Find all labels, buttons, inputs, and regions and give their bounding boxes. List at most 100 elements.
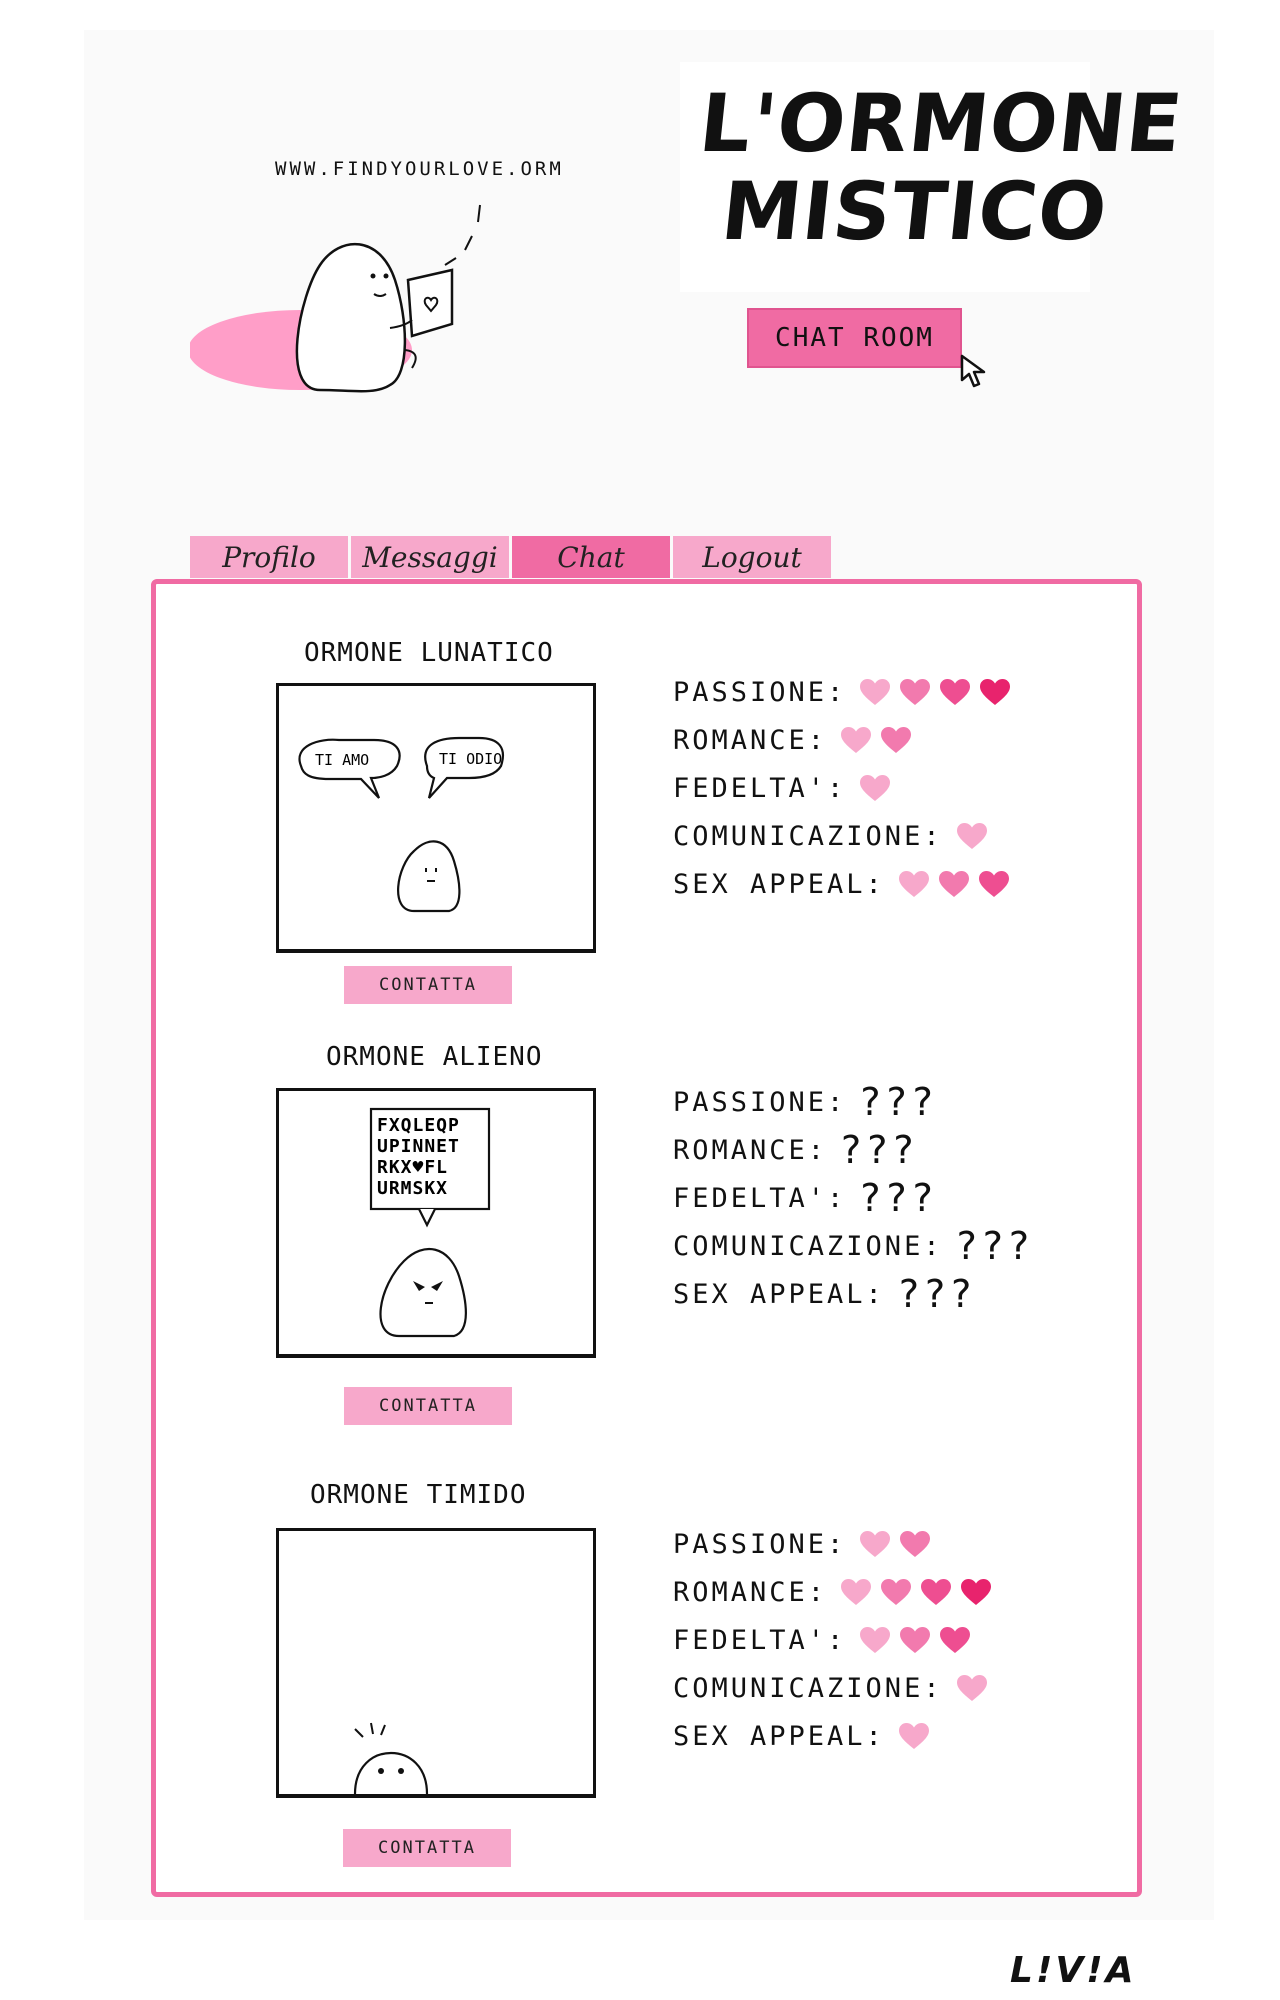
heart-icon	[978, 870, 1009, 897]
heart-icon	[900, 678, 931, 705]
stat-label: ROMANCE:	[673, 1576, 828, 1608]
heart-icon	[860, 1530, 891, 1557]
stat-row: PASSIONE:	[673, 668, 1011, 716]
heart-icon	[881, 1578, 912, 1605]
heart-icon	[940, 1626, 971, 1653]
artist-signature: L!V!A	[1010, 1950, 1137, 1991]
unknown-value: ???	[898, 1272, 978, 1316]
profile-picture[interactable]	[276, 1528, 596, 1798]
stat-row: FEDELTA':	[673, 764, 1010, 812]
stat-label: PASSIONE:	[673, 1086, 847, 1118]
mascot-illustration	[190, 204, 481, 393]
tab-messaggi[interactable]: Messaggi	[351, 536, 509, 578]
stat-row: PASSIONE:	[673, 1520, 991, 1568]
heart-icon	[860, 1626, 891, 1653]
alien-text-row: RKX♥FL	[377, 1157, 448, 1178]
stats-card-alieno: PASSIONE:??? ROMANCE:??? FEDELTA':??? CO…	[673, 1078, 1035, 1318]
contatta-button[interactable]: CONTATTA	[344, 1387, 512, 1425]
alien-text-row: UPINNET	[377, 1136, 460, 1157]
heart-icon	[898, 870, 929, 897]
heart-icon	[841, 726, 872, 753]
stat-row: ROMANCE:???	[673, 1126, 1035, 1174]
lunatico-illustration: TI AMO TI ODIO	[298, 736, 505, 913]
stat-label: FEDELTA':	[673, 1624, 847, 1656]
logo-title-line1: L'ORMONE	[695, 77, 1188, 170]
heart-rating	[841, 1578, 992, 1606]
heart-icon	[900, 1530, 931, 1557]
heart-rating	[898, 870, 1009, 898]
chat-room-button[interactable]: CHAT ROOM	[747, 308, 962, 368]
heart-rating	[956, 822, 987, 850]
heart-icon	[921, 1578, 952, 1605]
bubble-ti-odio: TI ODIO	[439, 750, 502, 768]
tab-chat[interactable]: Chat	[512, 536, 670, 578]
heart-rating	[898, 1722, 929, 1750]
heart-icon	[881, 726, 912, 753]
stat-row: COMUNICAZIONE:???	[673, 1222, 1035, 1270]
heart-icon	[860, 774, 891, 801]
heart-rating	[860, 1530, 931, 1558]
heart-icon	[860, 678, 891, 705]
alien-text-row: FXQLEQP	[377, 1115, 460, 1136]
stat-row: SEX APPEAL:	[673, 860, 1010, 908]
heart-icon	[961, 1578, 992, 1605]
heart-icon	[900, 1626, 931, 1653]
site-url: WWW.FINDYOURLOVE.ORM	[275, 158, 564, 180]
contatta-button[interactable]: CONTATTA	[343, 1829, 511, 1867]
stat-label: SEX APPEAL:	[673, 868, 885, 900]
stat-label: COMUNICAZIONE:	[673, 1672, 943, 1704]
unknown-value: ???	[841, 1128, 920, 1172]
unknown-value: ???	[860, 1176, 939, 1220]
heart-icon	[898, 1722, 929, 1749]
heart-rating	[860, 774, 891, 802]
stat-label: COMUNICAZIONE:	[673, 820, 943, 852]
heart-icon	[938, 870, 969, 897]
heart-rating	[860, 678, 1011, 706]
profile-title: ORMONE ALIENO	[326, 1042, 543, 1072]
stat-label: ROMANCE:	[673, 724, 828, 756]
stat-label: FEDELTA':	[673, 1182, 847, 1214]
heart-icon	[956, 1674, 987, 1701]
cursor-icon	[960, 354, 986, 388]
unknown-value: ???	[956, 1224, 1036, 1268]
stat-row: PASSIONE:???	[673, 1078, 1035, 1126]
logo-title-line2: MISTICO	[717, 165, 1112, 258]
heart-icon	[841, 1578, 872, 1605]
heart-icon	[956, 822, 987, 849]
alien-text-row: URMSKX	[377, 1178, 448, 1199]
timido-illustration	[353, 1722, 429, 1795]
bubble-ti-amo: TI AMO	[315, 751, 369, 769]
stat-row: FEDELTA':	[673, 1616, 991, 1664]
stats-card-lunatico: PASSIONE: ROMANCE: FEDELTA': COMUNICAZIO…	[673, 668, 1011, 908]
profile-title: ORMONE LUNATICO	[304, 638, 554, 668]
stat-label: FEDELTA':	[673, 772, 847, 804]
heart-icon	[940, 678, 971, 705]
heart-rating	[841, 726, 912, 754]
heart-icon	[980, 678, 1011, 705]
profile-picture[interactable]: FXQLEQP UPINNET RKX♥FL URMSKX	[276, 1088, 596, 1358]
stat-label: ROMANCE:	[673, 1134, 828, 1166]
stat-row: SEX APPEAL:???	[673, 1270, 1035, 1318]
stat-label: SEX APPEAL:	[673, 1720, 885, 1752]
stat-row: SEX APPEAL:	[673, 1712, 991, 1760]
stat-label: PASSIONE:	[673, 676, 847, 708]
stats-card-timido: PASSIONE: ROMANCE: FEDELTA': COMUNICAZIO…	[673, 1520, 992, 1760]
contatta-button[interactable]: CONTATTA	[344, 966, 512, 1004]
stat-label: PASSIONE:	[673, 1528, 847, 1560]
tab-profilo[interactable]: Profilo	[190, 536, 348, 578]
profile-picture[interactable]: TI AMO TI ODIO	[276, 683, 596, 953]
stat-row: ROMANCE:	[673, 716, 1010, 764]
laptop-icon	[406, 268, 454, 338]
heart-rating	[956, 1674, 987, 1702]
stat-row: COMUNICAZIONE:	[673, 812, 1010, 860]
stat-row: COMUNICAZIONE:	[673, 1664, 991, 1712]
alieno-illustration: FXQLEQP UPINNET RKX♥FL URMSKX	[369, 1107, 491, 1338]
stat-row: ROMANCE:	[673, 1568, 992, 1616]
tab-logout[interactable]: Logout	[673, 536, 831, 578]
stat-label: SEX APPEAL:	[673, 1278, 885, 1310]
stat-label: COMUNICAZIONE:	[673, 1230, 943, 1262]
profile-title: ORMONE TIMIDO	[310, 1480, 527, 1510]
heart-rating	[860, 1626, 971, 1654]
unknown-value: ???	[860, 1080, 939, 1124]
stat-row: FEDELTA':???	[673, 1174, 1035, 1222]
